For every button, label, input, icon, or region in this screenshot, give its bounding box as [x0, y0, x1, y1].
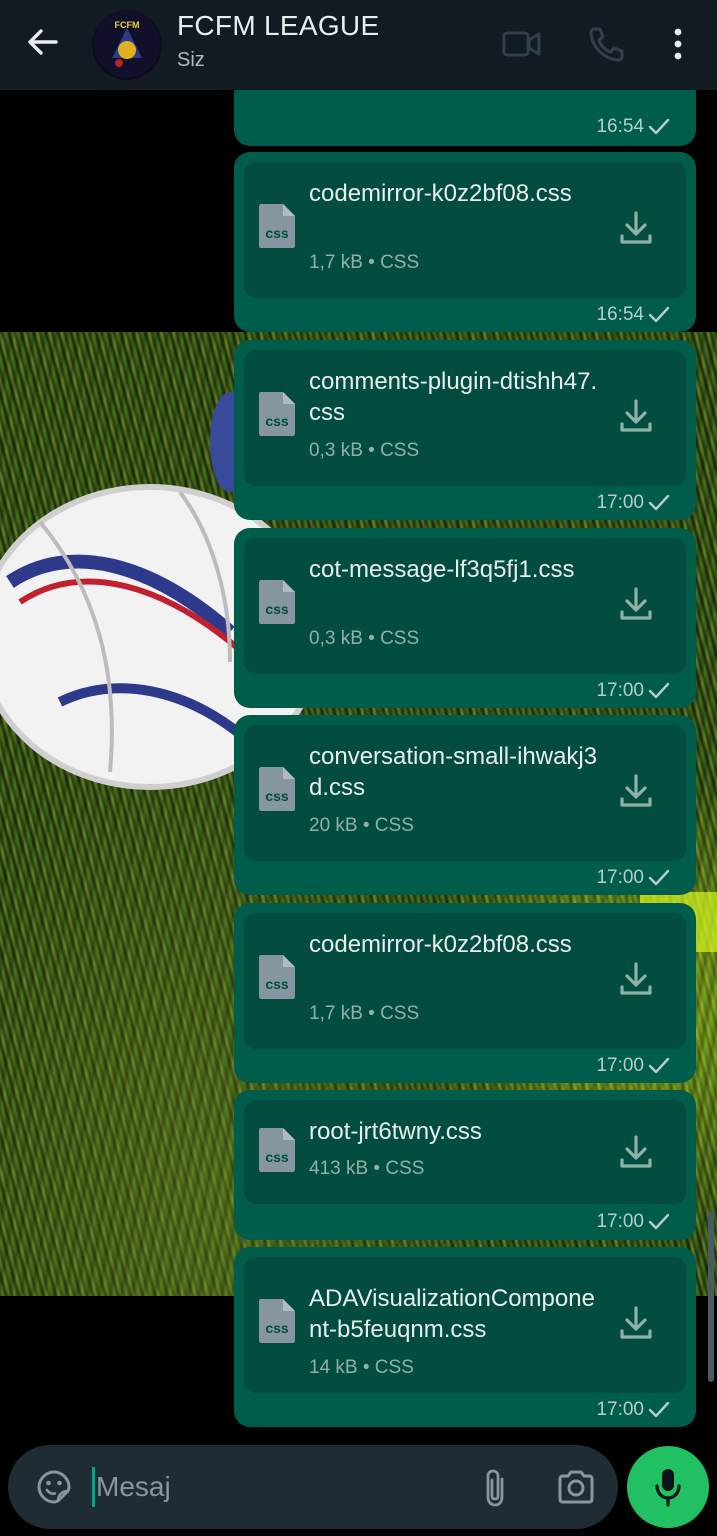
sent-check-icon: [648, 1057, 670, 1075]
file-attachment[interactable]: css conversation-small-ihwakj3d.css 20 k…: [244, 725, 686, 861]
css-file-icon: css: [257, 578, 297, 626]
chat-header: FCFM FCFM LEAGUE Siz: [0, 0, 717, 90]
download-icon[interactable]: [616, 771, 656, 811]
file-type-label: css: [265, 225, 289, 241]
message-time: 16:54: [596, 304, 644, 325]
message-bubble[interactable]: css codemirror-k0z2bf08.css 1,7 kB • CSS…: [234, 903, 696, 1083]
file-name: cot-message-lf3q5fj1.css: [309, 556, 575, 583]
file-attachment[interactable]: css cot-message-lf3q5fj1.css 0,3 kB • CS…: [244, 538, 686, 674]
file-meta: 1,7 kB • CSS: [309, 1003, 420, 1024]
avatar-text: FCFM: [115, 20, 140, 30]
message-time: 17:00: [596, 680, 644, 701]
message-time: 17:00: [596, 492, 644, 513]
message-bubble[interactable]: css conversation-small-ihwakj3d.css 20 k…: [234, 715, 696, 895]
scrollbar[interactable]: [708, 1212, 714, 1382]
chat-subtitle[interactable]: Siz: [177, 49, 205, 72]
voice-record-button[interactable]: [627, 1446, 709, 1528]
file-name: root-jrt6twny.css: [309, 1118, 482, 1145]
message-bubble[interactable]: 16:54: [234, 90, 696, 146]
file-meta: 20 kB • CSS: [309, 815, 414, 836]
sent-check-icon: [648, 118, 670, 136]
more-vert-icon[interactable]: [656, 22, 700, 66]
file-meta: 0,3 kB • CSS: [309, 440, 420, 461]
file-type-label: css: [265, 1320, 289, 1336]
file-attachment[interactable]: css codemirror-k0z2bf08.css 1,7 kB • CSS: [244, 162, 686, 298]
file-attachment[interactable]: css comments-plugin-dtishh47.css 0,3 kB …: [244, 350, 686, 486]
file-type-label: css: [265, 413, 289, 429]
css-file-icon: css: [257, 1126, 297, 1174]
file-name: codemirror-k0z2bf08.css: [309, 931, 572, 958]
message-bubble[interactable]: css ADAVisualizationComponent-b5feuqnm.c…: [234, 1247, 696, 1427]
file-type-label: css: [265, 1149, 289, 1165]
file-attachment[interactable]: css ADAVisualizationComponent-b5feuqnm.c…: [244, 1257, 686, 1393]
message-time: 17:00: [596, 1211, 644, 1232]
file-name: conversation-small-ihwakj3d.css: [309, 743, 598, 801]
file-meta: 14 kB • CSS: [309, 1357, 414, 1378]
css-file-icon: css: [257, 765, 297, 813]
message-time: 17:00: [596, 1399, 644, 1420]
file-name: ADAVisualizationComponent-b5feuqnm.css: [309, 1285, 595, 1343]
file-name: comments-plugin-dtishh47.css: [309, 368, 598, 426]
file-name: codemirror-k0z2bf08.css: [309, 180, 572, 207]
message-input[interactable]: [96, 1467, 466, 1507]
download-icon[interactable]: [616, 208, 656, 248]
message-composer: [8, 1445, 618, 1529]
message-bubble[interactable]: css root-jrt6twny.css 413 kB • CSS 17:00: [234, 1090, 696, 1240]
download-icon[interactable]: [616, 1303, 656, 1343]
sent-check-icon: [648, 306, 670, 324]
message-time: 17:00: [596, 867, 644, 888]
css-file-icon: css: [257, 1297, 297, 1345]
message-bubble[interactable]: css comments-plugin-dtishh47.css 0,3 kB …: [234, 340, 696, 520]
file-attachment[interactable]: css codemirror-k0z2bf08.css 1,7 kB • CSS: [244, 913, 686, 1049]
file-attachment[interactable]: css root-jrt6twny.css 413 kB • CSS: [244, 1100, 686, 1204]
sent-check-icon: [648, 869, 670, 887]
chat-title[interactable]: FCFM LEAGUE: [177, 10, 379, 42]
message-time: 17:00: [596, 1055, 644, 1076]
sticker-icon[interactable]: [36, 1469, 72, 1505]
video-call-icon[interactable]: [500, 22, 544, 66]
paperclip-icon[interactable]: [480, 1467, 510, 1509]
sent-check-icon: [648, 1401, 670, 1419]
file-type-label: css: [265, 788, 289, 804]
css-file-icon: css: [257, 953, 297, 1001]
sent-check-icon: [648, 494, 670, 512]
text-cursor: [92, 1467, 95, 1507]
camera-icon[interactable]: [556, 1469, 596, 1505]
message-bubble[interactable]: css cot-message-lf3q5fj1.css 0,3 kB • CS…: [234, 528, 696, 708]
sent-check-icon: [648, 682, 670, 700]
file-meta: 413 kB • CSS: [309, 1158, 425, 1179]
message-time: 16:54: [596, 116, 644, 137]
file-type-label: css: [265, 976, 289, 992]
download-icon[interactable]: [616, 959, 656, 999]
arrow-back-icon[interactable]: [22, 22, 62, 62]
message-bubble[interactable]: css codemirror-k0z2bf08.css 1,7 kB • CSS…: [234, 152, 696, 332]
file-type-label: css: [265, 601, 289, 617]
sent-check-icon: [648, 1213, 670, 1231]
mic-icon: [655, 1469, 681, 1507]
voice-call-icon[interactable]: [584, 22, 628, 66]
download-icon[interactable]: [616, 1132, 656, 1172]
group-avatar[interactable]: FCFM: [92, 10, 162, 80]
download-icon[interactable]: [616, 396, 656, 436]
download-icon[interactable]: [616, 584, 656, 624]
css-file-icon: css: [257, 202, 297, 250]
file-meta: 0,3 kB • CSS: [309, 628, 420, 649]
file-meta: 1,7 kB • CSS: [309, 252, 420, 273]
css-file-icon: css: [257, 390, 297, 438]
